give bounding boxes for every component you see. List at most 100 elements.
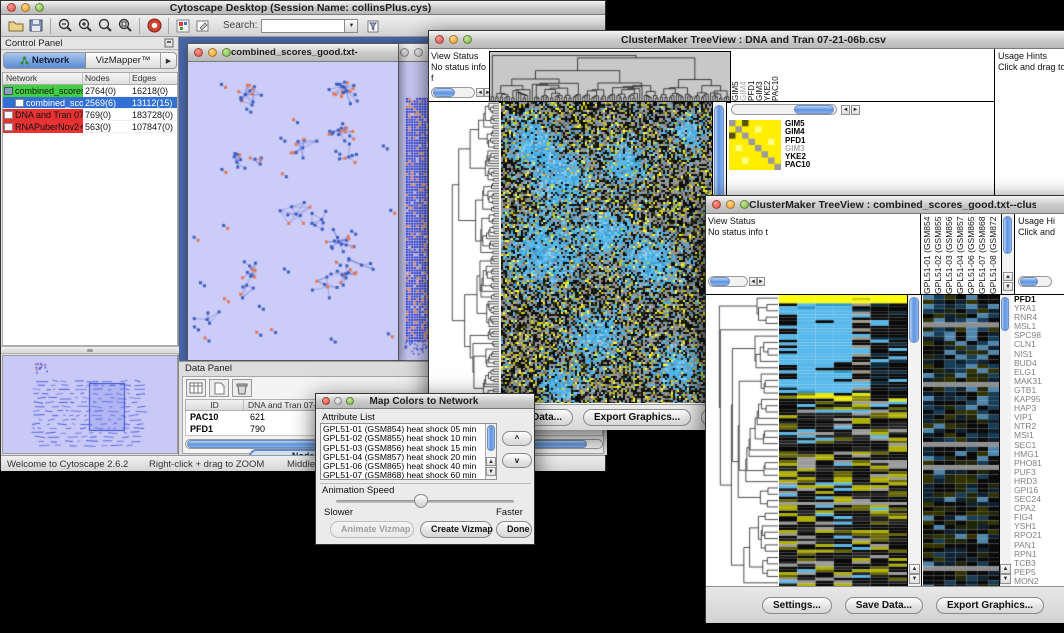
tab-network[interactable]: Network [4,53,86,68]
panel-splitter[interactable] [1,346,179,354]
scroll-left-icon[interactable]: ◄ [841,105,850,115]
save-icon[interactable] [26,17,46,35]
network-edges: 183728(0) [130,110,177,120]
attribute-select-icon[interactable] [186,379,206,397]
network-edges: 16218(0) [130,86,177,96]
scroll-right-icon[interactable]: ► [757,277,765,286]
zoom-in-icon[interactable] [75,17,95,35]
treeview1-titlebar[interactable]: ClusterMaker TreeView : DNA and Tran 07-… [429,31,1064,49]
slower-label: Slower [324,507,353,518]
vizmapper-icon[interactable] [173,17,193,35]
tv1-column-label: YKE2 [764,61,772,101]
close-button[interactable] [322,397,330,405]
network-edges: 13112(15) [130,98,177,108]
zoom-selected-icon[interactable] [115,17,135,35]
tv2-column-label: GPL51-08 (GSM872) [989,216,1000,294]
main-titlebar[interactable]: Cytoscape Desktop (Session Name: collins… [1,1,605,15]
scroll-up-icon[interactable]: ▲ [486,457,496,466]
dialog-titlebar[interactable]: Map Colors to Network [316,394,534,409]
network-edges: 107847(0) [130,122,177,132]
scroll-right-icon[interactable]: ► [851,105,860,115]
tv1-column-dendrogram[interactable] [489,51,731,103]
treeview2-titlebar[interactable]: ClusterMaker TreeView : combined_scores_… [706,196,1064,214]
tv2-button-save-data-[interactable]: Save Data... [845,597,923,614]
tv1-zoom-hscrollbar[interactable] [731,104,837,115]
tv2-column-label: GPL51-03 (GSM856) [945,216,956,294]
tv2-gene-list[interactable]: PFD1YRA1RNR4MSL1SPC98CLN1NIS1BUD4ELG1MAK… [1012,295,1064,586]
tv2-hints-hscrollbar[interactable] [1018,276,1052,287]
tv2-column-tree-area[interactable] [773,214,921,294]
animation-speed-slider-thumb[interactable] [414,494,428,508]
tv2-button-settings-[interactable]: Settings... [762,597,832,614]
tv2-heatmap-vscrollbar[interactable]: ▲ ▼ [907,295,921,586]
float-panel-icon[interactable] [164,38,174,48]
network-table-header[interactable]: Network Nodes Edges [3,73,177,85]
network-window-1[interactable]: combined_scores_good.txt--cluste... [187,43,399,361]
tv2-status-hscrollbar[interactable] [708,276,748,287]
open-file-icon[interactable] [6,17,26,35]
minimize-button[interactable] [414,48,423,57]
tv1-column-labels: GIM5GIM4PFD1GIM3YKE2PAC10 [732,51,784,101]
zoom-button[interactable] [222,48,231,57]
network-table-row[interactable]: combined_sco2569(6)13112(15) [3,97,177,109]
network-table-row[interactable]: combined_scores2764(0)16218(0) [3,85,177,97]
delete-attribute-icon[interactable] [232,379,252,397]
attribute-list-label: Attribute List [322,412,375,423]
attribute-list[interactable]: GPL51-01 (GSM854) heat shock 05 minGPL51… [320,423,497,480]
zoom-button[interactable] [740,200,749,209]
tv2-row-dendrogram[interactable] [708,295,778,586]
attribute-list-item[interactable]: GPL51-07 (GSM868) heat shock 60 min [323,471,494,480]
tv2-collabel-vscrollbar[interactable]: ▲ ▼ [1001,214,1014,294]
minimize-button[interactable] [334,397,342,405]
close-button[interactable] [194,48,203,57]
tv2-heatmap[interactable] [779,295,907,586]
move-down-button[interactable]: v [502,453,532,468]
minimize-button[interactable] [21,3,30,12]
scroll-left-icon[interactable]: ◄ [749,277,757,286]
network-view-canvas-1[interactable] [188,62,398,360]
close-button[interactable] [7,3,16,12]
dialog-button-done[interactable]: Done [496,521,532,538]
network-window-title: combined_scores_good.txt--cluste... [231,47,358,58]
tv1-row-dendrogram[interactable] [431,102,499,403]
tv2-gene-item[interactable]: MON2 [1014,577,1064,586]
tv1-zoom-heatmap[interactable] [729,120,781,170]
search-dropdown-arrow[interactable]: ▼ [345,19,358,33]
tab-vizmapper[interactable]: VizMapper™ [86,53,160,68]
close-button[interactable] [400,48,409,57]
tab-overflow-button[interactable]: ▶ [160,53,176,68]
zoom-out-icon[interactable] [55,17,75,35]
network-nodes: 2569(6) [83,98,130,108]
tv2-button-export-graphics-[interactable]: Export Graphics... [936,597,1044,614]
move-up-button[interactable]: ^ [502,431,532,446]
search-options-icon[interactable] [364,17,384,35]
scroll-left-icon[interactable]: ◄ [476,88,484,97]
minimize-button[interactable] [208,48,217,57]
zoom-button[interactable] [35,3,44,12]
network-table-row[interactable]: DNA and Tran 07769(0)183728(0) [3,109,177,121]
tv2-zoom-vscrollbar[interactable]: ▲ ▼ [999,295,1011,586]
help-lifering-icon[interactable] [144,17,164,35]
annotation-icon[interactable] [193,17,213,35]
tv1-view-status-panel: View Status No status info f ◄ ► [431,51,488,101]
search-input[interactable] [261,19,345,33]
tv1-heatmap[interactable] [501,102,712,403]
close-button[interactable] [435,35,444,44]
zoom-button[interactable] [463,35,472,44]
dialog-button-create-vizmap[interactable]: Create Vizmap [420,521,492,538]
scroll-down-icon[interactable]: ▼ [486,467,496,476]
tv1-button-export-graphics-[interactable]: Export Graphics... [583,409,691,426]
birdseye-view[interactable] [2,355,178,454]
zoom-button[interactable] [346,397,354,405]
close-button[interactable] [712,200,721,209]
new-attribute-icon[interactable] [209,379,229,397]
tv2-zoom-heatmap[interactable] [923,295,999,586]
zoom-fit-icon[interactable] [95,17,115,35]
tv1-column-label: GIM3 [756,61,764,101]
data-id-cell: PFD1 [186,424,244,434]
minimize-button[interactable] [449,35,458,44]
network-table-row[interactable]: RNAPuberNov2+563(0)107847(0) [3,121,177,133]
minimize-button[interactable] [726,200,735,209]
main-window-title: Cytoscape Desktop (Session Name: collins… [44,2,557,14]
tv1-status-hscrollbar[interactable] [431,87,475,98]
